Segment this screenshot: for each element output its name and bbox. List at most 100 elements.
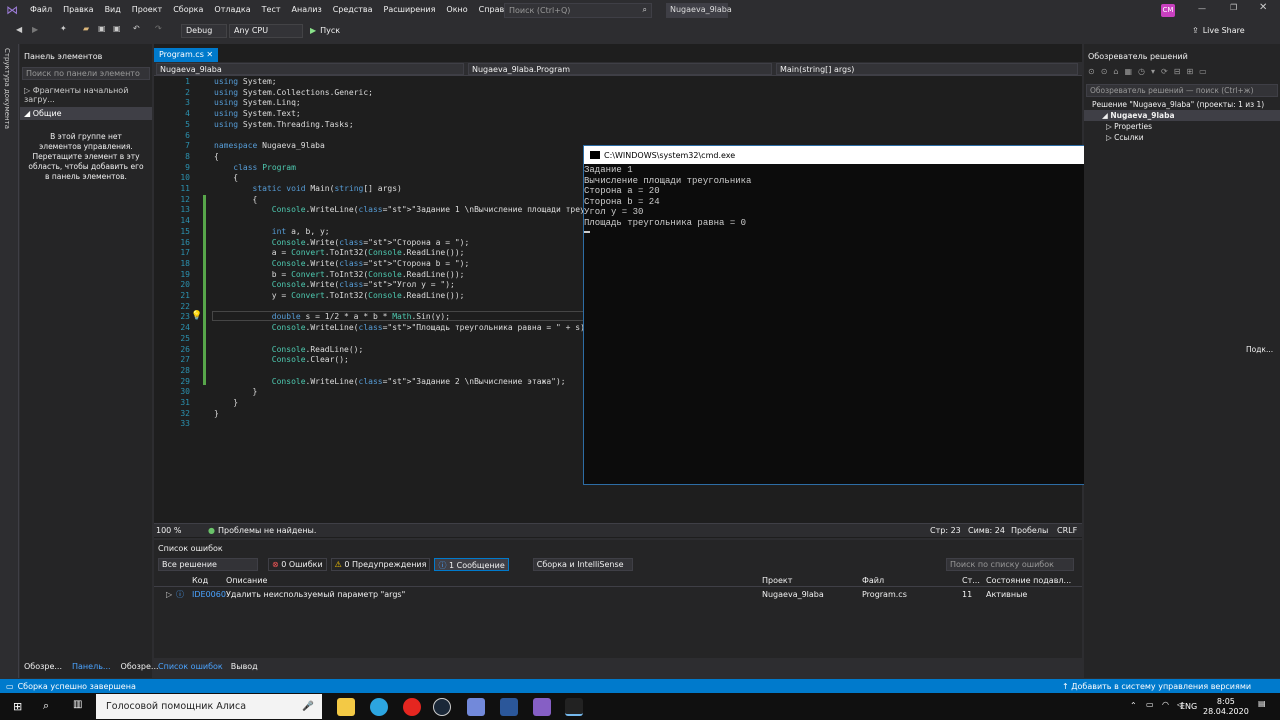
- tab-output[interactable]: Вывод: [231, 662, 258, 671]
- user-avatar[interactable]: CM: [1161, 4, 1175, 17]
- errors-filter-button[interactable]: ⊗ 0 Ошибки: [268, 557, 327, 571]
- properties-tab[interactable]: Подк...: [1246, 345, 1273, 354]
- microphone-icon[interactable]: 🎤: [302, 701, 314, 712]
- menu-item[interactable]: Окно: [446, 5, 467, 14]
- redo-icon[interactable]: ↷: [155, 24, 162, 33]
- source-control-button[interactable]: ↑ Добавить в систему управления версиями: [1062, 682, 1251, 691]
- live-share-button[interactable]: ⇪ Live Share: [1192, 26, 1245, 35]
- column-header[interactable]: Файл: [862, 576, 884, 585]
- menu-item[interactable]: Вид: [105, 5, 121, 14]
- error-search-input[interactable]: Поиск по списку ошибок: [946, 557, 1074, 571]
- eol-indicator[interactable]: CRLF: [1057, 526, 1077, 535]
- document-outline-tab[interactable]: Структура документа: [3, 48, 11, 129]
- line-number: 16: [180, 237, 190, 247]
- code-line: }: [214, 387, 258, 397]
- word-icon[interactable]: [500, 698, 518, 716]
- run-button[interactable]: ▶ Пуск: [310, 26, 340, 35]
- no-problems-label: Проблемы не найдены.: [217, 526, 317, 535]
- build-filter-value: Сборка и IntelliSense: [536, 559, 624, 569]
- language-indicator[interactable]: ENG: [1180, 702, 1197, 711]
- table-row[interactable]: ▷ ⓘ IDE0060 Удалить неиспользуемый параметр…: [154, 588, 1082, 602]
- menu-item[interactable]: Анализ: [292, 5, 322, 14]
- tab-toolbox[interactable]: Панель...: [72, 662, 111, 671]
- windows-start-icon[interactable]: ⊞: [13, 700, 22, 713]
- minimize-button[interactable]: —: [1198, 4, 1206, 13]
- save-all-icon[interactable]: ▣: [113, 24, 121, 33]
- open-folder-icon[interactable]: ▰: [83, 24, 89, 33]
- new-project-icon[interactable]: ✦: [60, 24, 67, 33]
- menu-item[interactable]: Расширения: [384, 5, 436, 14]
- column-header[interactable]: Состояние подавл...: [986, 576, 1071, 585]
- tab-other-explorer[interactable]: Обозре...: [121, 662, 159, 671]
- menu-item[interactable]: Сборка: [173, 5, 203, 14]
- tree-project[interactable]: ◢ Nugaeva_9laba: [1084, 110, 1280, 121]
- task-view-icon[interactable]: ▥: [73, 699, 82, 710]
- config-select[interactable]: Debug: [181, 24, 227, 38]
- menu-item[interactable]: Тест: [262, 5, 281, 14]
- menu-item[interactable]: Проект: [132, 5, 162, 14]
- column-header[interactable]: Ст...: [962, 576, 980, 585]
- menu-item[interactable]: Отладка: [214, 5, 250, 14]
- wifi-icon[interactable]: ◠: [1162, 700, 1169, 709]
- expand-icon[interactable]: ▷: [166, 590, 172, 599]
- menu-item[interactable]: Файл: [30, 5, 52, 14]
- tab-solution-explorer-left[interactable]: Обозре...: [24, 662, 62, 671]
- column-header[interactable]: Проект: [762, 576, 792, 585]
- zoom-level[interactable]: 100 %: [156, 526, 208, 535]
- spaces-indicator[interactable]: Пробелы: [1011, 526, 1048, 535]
- voice-assistant-box[interactable]: Голосовой помощник Алиса 🎤: [96, 694, 322, 719]
- restore-button[interactable]: ❐: [1230, 3, 1237, 12]
- line-number: 25: [180, 333, 190, 343]
- close-tab-icon[interactable]: ✕: [206, 50, 213, 59]
- column-header[interactable]: Код: [192, 576, 208, 585]
- tree-references[interactable]: ▷ Ссылки: [1084, 132, 1280, 143]
- column-header[interactable]: Описание: [226, 576, 267, 585]
- messages-filter-button[interactable]: ⓘ 1 Сообщение: [434, 557, 509, 571]
- toolbox-search[interactable]: Поиск по панели элементо: [22, 67, 150, 80]
- toolbox-group-general[interactable]: ◢ Общие: [20, 107, 152, 120]
- warnings-filter-button[interactable]: ⚠ 0 Предупреждения: [330, 557, 431, 571]
- errors-label: 0 Ошибки: [281, 559, 323, 569]
- clock[interactable]: 8:05 28.04.2020: [1203, 697, 1249, 717]
- line-number: 21: [180, 291, 190, 300]
- class-nav-select[interactable]: Nugaeva_9laba.Program: [468, 63, 772, 75]
- tree-solution[interactable]: Решение "Nugaeva_9laba" (проекты: 1 из 1…: [1084, 99, 1280, 110]
- check-icon: ●: [208, 526, 215, 535]
- notifications-icon[interactable]: ▤: [1258, 699, 1266, 708]
- yandex-browser-icon[interactable]: [403, 698, 421, 716]
- menu-item[interactable]: Правка: [63, 5, 93, 14]
- telegram-icon[interactable]: [370, 698, 388, 716]
- search-input[interactable]: Поиск (Ctrl+Q) ⌕: [504, 3, 652, 18]
- save-icon[interactable]: ▣: [98, 24, 106, 33]
- line-number: 29: [180, 376, 190, 386]
- discord-icon[interactable]: [467, 698, 485, 716]
- toolbox-group-snippets[interactable]: ▷ Фрагменты начальной загру...: [20, 83, 152, 107]
- visual-studio-icon[interactable]: [533, 698, 551, 716]
- solution-search[interactable]: Обозреватель решений — поиск (Ctrl+ж): [1086, 84, 1278, 97]
- taskbar-search-icon[interactable]: ⌕: [43, 699, 49, 713]
- undo-icon[interactable]: ↶: [133, 24, 140, 33]
- menu-item[interactable]: Средства: [333, 5, 373, 14]
- project-nav-select[interactable]: Nugaeva_9laba: [156, 63, 464, 75]
- tree-properties[interactable]: ▷ Properties: [1084, 121, 1280, 132]
- file-explorer-icon[interactable]: [337, 698, 355, 716]
- nav-value: Main(string[] args): [780, 65, 855, 74]
- build-filter-select[interactable]: Сборка и IntelliSense: [532, 557, 633, 571]
- cell-code[interactable]: IDE0060: [192, 590, 226, 599]
- tab-error-list[interactable]: Список ошибок: [158, 662, 223, 671]
- lightbulb-icon[interactable]: 💡: [191, 311, 202, 321]
- close-button[interactable]: ✕: [1259, 2, 1267, 13]
- status-bar: ▭ Сборка успешно завершена ↑ Добавить в …: [0, 679, 1280, 693]
- tray-chevron-icon[interactable]: ⌃: [1130, 701, 1137, 710]
- platform-select[interactable]: Any CPU: [229, 24, 303, 38]
- line-number: 22: [180, 301, 190, 311]
- scope-select[interactable]: Все решение: [158, 557, 258, 571]
- member-nav-select[interactable]: Main(string[] args): [776, 63, 1078, 75]
- info-icon: ⓘ: [438, 560, 447, 570]
- forward-icon[interactable]: ▶: [32, 25, 38, 34]
- steam-icon[interactable]: [433, 698, 451, 716]
- back-icon[interactable]: ◀: [16, 25, 22, 34]
- network-icon[interactable]: ▭: [1146, 700, 1154, 709]
- tab-program-cs[interactable]: Program.cs ✕: [154, 48, 219, 62]
- cmd-taskbar-icon[interactable]: [565, 698, 583, 716]
